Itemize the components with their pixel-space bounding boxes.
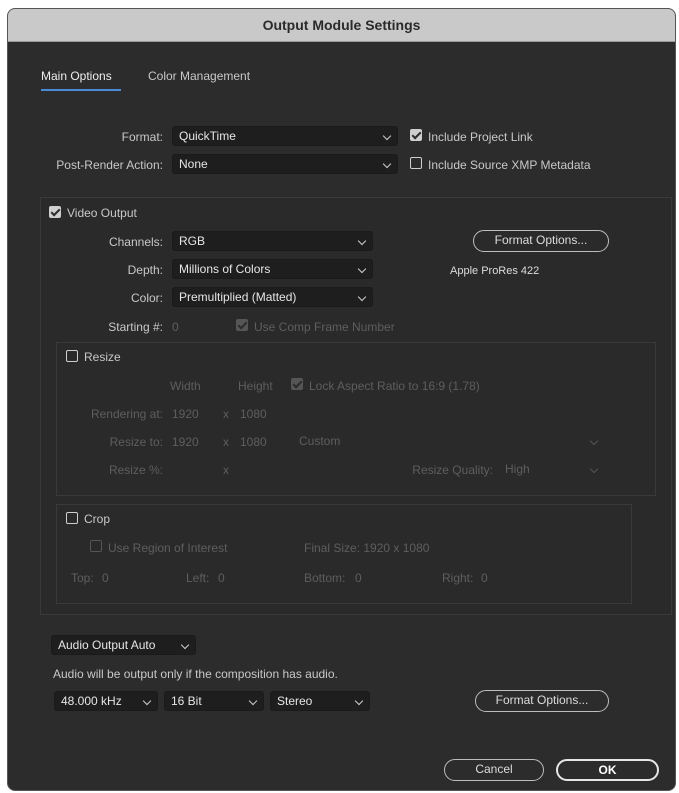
bit-depth-dropdown[interactable]: 16 Bit <box>164 691 264 711</box>
bit-depth-value: 16 Bit <box>171 694 202 708</box>
final-size-label: Final Size: 1920 x 1080 <box>304 541 430 555</box>
audio-note: Audio will be output only if the composi… <box>53 667 338 681</box>
color-value: Premultiplied (Matted) <box>179 290 297 304</box>
include-project-link-label: Include Project Link <box>428 130 533 144</box>
resize-preset-dropdown[interactable]: Custom <box>292 431 605 451</box>
chevron-down-icon <box>382 159 392 169</box>
resize-quality-dropdown[interactable]: High <box>498 459 605 479</box>
crop-bottom-label: Bottom: <box>304 571 346 585</box>
starting-number-label: Starting #: <box>108 320 163 334</box>
post-render-action-label: Post-Render Action: <box>56 158 163 172</box>
video-format-options-button[interactable]: Format Options... <box>473 230 609 252</box>
video-output-label: Video Output <box>67 206 137 220</box>
include-source-xmp-checkbox[interactable] <box>410 157 422 169</box>
lock-aspect-checkbox[interactable] <box>291 378 303 390</box>
chevron-down-icon <box>382 131 392 141</box>
resize-label: Resize <box>84 350 121 364</box>
resize-percent-label: Resize %: <box>108 463 163 477</box>
crop-checkbox[interactable] <box>66 512 78 524</box>
crop-right-value[interactable]: 0 <box>481 571 488 585</box>
audio-output-value: Audio Output Auto <box>58 638 156 652</box>
width-header: Width <box>170 379 201 393</box>
depth-dropdown[interactable]: Millions of Colors <box>172 259 373 279</box>
use-roi-checkbox[interactable] <box>90 540 102 552</box>
post-render-action-dropdown[interactable]: None <box>172 154 398 174</box>
crop-label: Crop <box>84 512 111 526</box>
starting-number-value[interactable]: 0 <box>172 320 179 334</box>
include-source-xmp-label: Include Source XMP Metadata <box>428 158 591 172</box>
color-dropdown[interactable]: Premultiplied (Matted) <box>172 287 373 307</box>
audio-channels-value: Stereo <box>277 694 313 708</box>
chevron-down-icon <box>357 236 367 246</box>
title-bar: Output Module Settings <box>8 9 675 42</box>
resize-preset-value: Custom <box>299 434 341 448</box>
channels-dropdown[interactable]: RGB <box>172 231 373 251</box>
crop-top-value[interactable]: 0 <box>102 571 109 585</box>
resize-quality-label: Resize Quality: <box>412 463 493 477</box>
rendering-height: 1080 <box>240 407 267 421</box>
use-roi-label: Use Region of Interest <box>108 541 228 555</box>
channels-value: RGB <box>179 234 206 248</box>
resize-to-x: x <box>223 435 229 449</box>
chevron-down-icon <box>142 696 152 706</box>
resize-to-label: Resize to: <box>109 435 163 449</box>
lock-aspect-label: Lock Aspect Ratio to 16:9 (1.78) <box>309 379 480 393</box>
use-comp-frame-label: Use Comp Frame Number <box>254 320 395 334</box>
chevron-down-icon <box>180 640 190 650</box>
depth-label: Depth: <box>127 263 163 277</box>
audio-channels-dropdown[interactable]: Stereo <box>270 691 370 711</box>
rendering-x: x <box>223 407 229 421</box>
rendering-width: 1920 <box>172 407 199 421</box>
resize-to-height[interactable]: 1080 <box>240 435 267 449</box>
resize-percent-x: x <box>223 463 229 477</box>
chevron-down-icon <box>357 264 367 274</box>
channels-label: Channels: <box>108 235 163 249</box>
height-header: Height <box>238 379 273 393</box>
format-label: Format: <box>121 130 163 144</box>
resize-checkbox[interactable] <box>66 350 78 362</box>
chevron-down-icon <box>357 292 367 302</box>
chevron-down-icon <box>589 464 599 474</box>
sample-rate-dropdown[interactable]: 48.000 kHz <box>54 691 158 711</box>
depth-value: Millions of Colors <box>179 262 271 276</box>
ok-button[interactable]: OK <box>556 759 659 781</box>
video-output-checkbox[interactable] <box>49 206 61 218</box>
active-tab-indicator <box>41 89 121 91</box>
output-module-settings-dialog: Output Module Settings Main Options Colo… <box>7 8 676 791</box>
chevron-down-icon <box>248 696 258 706</box>
cancel-button[interactable]: Cancel <box>444 759 544 781</box>
crop-right-label: Right: <box>442 571 474 585</box>
rendering-at-label: Rendering at: <box>90 407 163 421</box>
audio-format-options-button[interactable]: Format Options... <box>475 690 609 712</box>
sample-rate-value: 48.000 kHz <box>61 694 122 708</box>
chevron-down-icon <box>354 696 364 706</box>
format-dropdown[interactable]: QuickTime <box>172 126 398 146</box>
use-comp-frame-checkbox[interactable] <box>236 319 248 331</box>
tab-main-options[interactable]: Main Options <box>41 69 112 83</box>
tab-color-management[interactable]: Color Management <box>148 69 250 83</box>
crop-left-label: Left: <box>186 571 210 585</box>
crop-bottom-value[interactable]: 0 <box>355 571 362 585</box>
crop-left-value[interactable]: 0 <box>218 571 225 585</box>
resize-quality-value: High <box>505 462 530 476</box>
codec-label: Apple ProRes 422 <box>450 265 540 277</box>
post-render-action-value: None <box>179 157 208 171</box>
color-label: Color: <box>130 291 163 305</box>
chevron-down-icon <box>589 436 599 446</box>
dialog-title: Output Module Settings <box>262 17 421 33</box>
format-dropdown-value: QuickTime <box>179 129 236 143</box>
include-project-link-checkbox[interactable] <box>410 129 422 141</box>
resize-to-width[interactable]: 1920 <box>172 435 199 449</box>
crop-top-label: Top: <box>71 571 94 585</box>
audio-output-dropdown[interactable]: Audio Output Auto <box>51 635 196 655</box>
